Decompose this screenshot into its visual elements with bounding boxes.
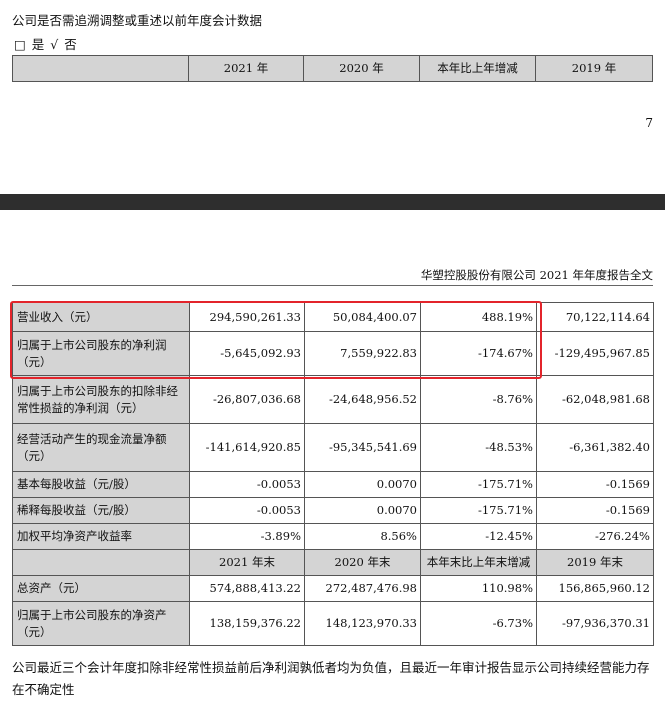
top-header-table: 2021 年 2020 年 本年比上年增减 2019 年 [12, 55, 653, 82]
cell-value: 138,159,376.22 [189, 601, 305, 646]
cell-value: -3.89% [189, 523, 305, 550]
table-row: 基本每股收益（元/股） -0.0053 0.0070 -175.71% -0.1… [12, 471, 654, 498]
cell-value: -6.73% [420, 601, 537, 646]
cell-value: 294,590,261.33 [189, 302, 305, 332]
row-label: 营业收入（元） [12, 302, 190, 332]
cell-value: -97,936,370.31 [536, 601, 654, 646]
cell-value: 148,123,970.33 [304, 601, 421, 646]
header-cell: 2021 年末 [189, 549, 305, 576]
cell-value: 8.56% [304, 523, 421, 550]
table-row: 经营活动产生的现金流量净额（元） -141,614,920.85 -95,345… [12, 423, 654, 472]
cell-value: 50,084,400.07 [304, 302, 421, 332]
cell-value: -12.45% [420, 523, 537, 550]
header-cell [12, 549, 190, 576]
header-cell: 2019 年末 [536, 549, 654, 576]
cell-value: -8.76% [420, 375, 537, 424]
cell-value: 0.0070 [304, 497, 421, 524]
table-row: 2021 年 2020 年 本年比上年增减 2019 年 [12, 55, 653, 82]
cell-value: -175.71% [420, 471, 537, 498]
cell-value: -0.0053 [189, 471, 305, 498]
financial-data-table: 营业收入（元） 294,590,261.33 50,084,400.07 488… [12, 302, 654, 646]
cell-value: -0.0053 [189, 497, 305, 524]
table-row: 营业收入（元） 294,590,261.33 50,084,400.07 488… [12, 302, 654, 332]
row-label: 归属于上市公司股东的扣除非经常性损益的净利润（元） [12, 375, 190, 424]
cell-value: -276.24% [536, 523, 654, 550]
cell-value: -5,645,092.93 [189, 331, 305, 376]
table-row: 总资产（元） 574,888,413.22 272,487,476.98 110… [12, 575, 654, 602]
cell-value: 272,487,476.98 [304, 575, 421, 602]
document-title: 华塑控股股份有限公司 2021 年年度报告全文 [420, 268, 653, 282]
header-cell: 2021 年 [188, 55, 304, 82]
header-cell [12, 55, 189, 82]
going-concern-note: 公司最近三个会计年度扣除非经常性损益前后净利润孰低者均为负值，且最近一年审计报告… [12, 660, 650, 697]
header-cell: 2019 年 [535, 55, 653, 82]
cell-value: 110.98% [420, 575, 537, 602]
cell-value: -95,345,541.69 [304, 423, 421, 472]
table-subheader-row: 2021 年末 2020 年末 本年末比上年末增减 2019 年末 [12, 549, 654, 576]
cell-value: -141,614,920.85 [189, 423, 305, 472]
restatement-question: 公司是否需追溯调整或重述以前年度会计数据 [12, 13, 263, 28]
page-number: 7 [645, 116, 653, 130]
row-label: 基本每股收益（元/股） [12, 471, 190, 498]
header-cell: 本年比上年增减 [419, 55, 536, 82]
table-row: 归属于上市公司股东的净资产（元） 138,159,376.22 148,123,… [12, 601, 654, 646]
cell-value: 7,559,922.83 [304, 331, 421, 376]
row-label: 稀释每股收益（元/股） [12, 497, 190, 524]
cell-value: -0.1569 [536, 471, 654, 498]
table-row: 加权平均净资产收益率 -3.89% 8.56% -12.45% -276.24% [12, 523, 654, 550]
table-row: 归属于上市公司股东的净利润（元） -5,645,092.93 7,559,922… [12, 331, 654, 376]
cell-value: -174.67% [420, 331, 537, 376]
cell-value: 0.0070 [304, 471, 421, 498]
cell-value: -129,495,967.85 [536, 331, 654, 376]
row-label: 总资产（元） [12, 575, 190, 602]
header-rule [12, 285, 653, 286]
cell-value: -6,361,382.40 [536, 423, 654, 472]
row-label: 经营活动产生的现金流量净额（元） [12, 423, 190, 472]
cell-value: 70,122,114.64 [536, 302, 654, 332]
header-cell: 2020 年 [303, 55, 420, 82]
cell-value: 574,888,413.22 [189, 575, 305, 602]
row-label: 归属于上市公司股东的净资产（元） [12, 601, 190, 646]
cell-value: -24,648,956.52 [304, 375, 421, 424]
table-row: 归属于上市公司股东的扣除非经常性损益的净利润（元） -26,807,036.68… [12, 375, 654, 424]
page-separator [0, 194, 665, 210]
table-row: 稀释每股收益（元/股） -0.0053 0.0070 -175.71% -0.1… [12, 497, 654, 524]
cell-value: -62,048,981.68 [536, 375, 654, 424]
cell-value: -48.53% [420, 423, 537, 472]
cell-value: 156,865,960.12 [536, 575, 654, 602]
restatement-options: □ 是 √ 否 [14, 37, 78, 52]
cell-value: -26,807,036.68 [189, 375, 305, 424]
cell-value: -175.71% [420, 497, 537, 524]
row-label: 加权平均净资产收益率 [12, 523, 190, 550]
cell-value: -0.1569 [536, 497, 654, 524]
header-cell: 2020 年末 [304, 549, 421, 576]
cell-value: 488.19% [420, 302, 537, 332]
row-label: 归属于上市公司股东的净利润（元） [12, 331, 190, 376]
header-cell: 本年末比上年末增减 [420, 549, 537, 576]
